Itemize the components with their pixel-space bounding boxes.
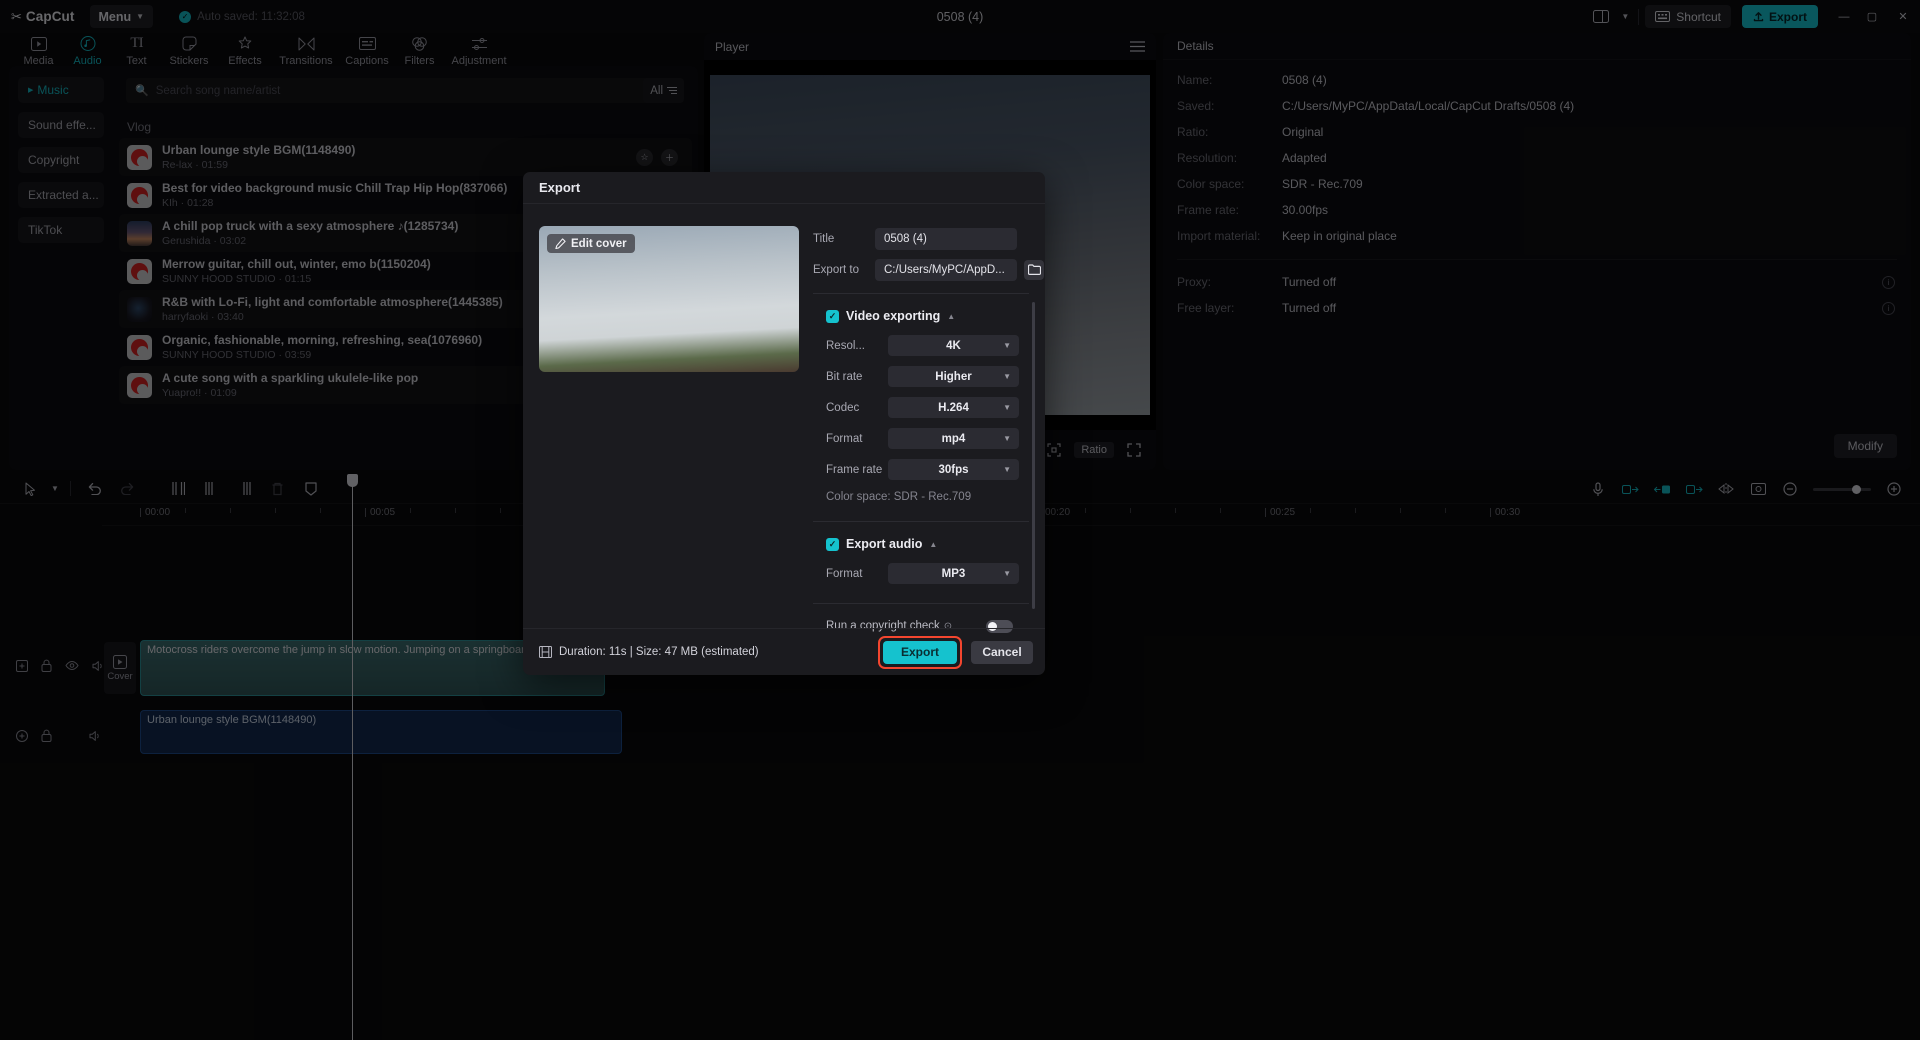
bitrate-value: Higher bbox=[935, 371, 971, 383]
title-input[interactable]: 0508 (4) bbox=[875, 228, 1017, 250]
export-confirm-button[interactable]: Export bbox=[883, 641, 957, 664]
cancel-button[interactable]: Cancel bbox=[971, 641, 1033, 664]
audio-format-value: MP3 bbox=[942, 568, 966, 580]
resolution-label: Resol... bbox=[826, 340, 888, 352]
resolution-select[interactable]: 4K ▼ bbox=[888, 335, 1019, 356]
framerate-label: Frame rate bbox=[826, 464, 888, 476]
divider bbox=[813, 603, 1029, 604]
bitrate-select[interactable]: Higher ▼ bbox=[888, 366, 1019, 387]
bitrate-label: Bit rate bbox=[826, 371, 888, 383]
pencil-icon bbox=[555, 238, 566, 249]
export-to-label: Export to bbox=[813, 264, 875, 276]
divider bbox=[813, 521, 1029, 522]
divider bbox=[813, 293, 1029, 294]
video-exporting-header[interactable]: ✓ Video exporting ▲ bbox=[826, 309, 1045, 323]
chevron-up-icon[interactable]: ▲ bbox=[929, 540, 937, 549]
film-icon bbox=[539, 646, 552, 658]
export-audio-header[interactable]: ✓ Export audio ▲ bbox=[826, 537, 1045, 551]
audio-format-row: Format MP3 ▼ bbox=[813, 558, 1045, 589]
duration-info: Duration: 11s | Size: 47 MB (estimated) bbox=[539, 646, 759, 658]
capcut-window: ✂ CapCut Menu ▼ ✓ Auto saved: 11:32:08 0… bbox=[0, 0, 1920, 1040]
chevron-up-icon[interactable]: ▲ bbox=[947, 312, 955, 321]
format-value: mp4 bbox=[942, 433, 966, 445]
codec-value: H.264 bbox=[938, 402, 969, 414]
export-audio-label: Export audio bbox=[846, 537, 922, 551]
export-path-input[interactable]: C:/Users/MyPC/AppD... bbox=[875, 259, 1017, 281]
edit-cover-button[interactable]: Edit cover bbox=[547, 234, 635, 253]
framerate-row: Frame rate 30fps ▼ bbox=[813, 454, 1045, 485]
video-exporting-checkbox[interactable]: ✓ bbox=[826, 310, 839, 323]
footer-buttons: Export Cancel bbox=[878, 636, 1033, 669]
cover-column: Edit cover bbox=[523, 204, 813, 628]
chevron-down-icon: ▼ bbox=[1003, 341, 1011, 350]
color-space-text: Color space: SDR - Rec.709 bbox=[826, 491, 1045, 503]
video-exporting-label: Video exporting bbox=[846, 309, 940, 323]
resolution-value: 4K bbox=[946, 340, 961, 352]
bitrate-row: Bit rate Higher ▼ bbox=[813, 361, 1045, 392]
chevron-down-icon: ▼ bbox=[1003, 434, 1011, 443]
export-dialog-title: Export bbox=[523, 172, 1045, 204]
codec-select[interactable]: H.264 ▼ bbox=[888, 397, 1019, 418]
folder-icon[interactable] bbox=[1024, 260, 1044, 280]
title-label: Title bbox=[813, 233, 875, 245]
framerate-value: 30fps bbox=[938, 464, 968, 476]
export-dialog: Export Edit cover Title 0508 (4) Export … bbox=[523, 172, 1045, 675]
title-row: Title 0508 (4) bbox=[813, 224, 1045, 253]
chevron-down-icon: ▼ bbox=[1003, 403, 1011, 412]
edit-cover-label: Edit cover bbox=[571, 238, 627, 250]
format-row: Format mp4 ▼ bbox=[813, 423, 1045, 454]
codec-label: Codec bbox=[826, 402, 888, 414]
chevron-down-icon: ▼ bbox=[1003, 372, 1011, 381]
scrollbar[interactable] bbox=[1032, 302, 1035, 609]
duration-text: Duration: 11s | Size: 47 MB (estimated) bbox=[559, 646, 759, 658]
format-label: Format bbox=[826, 433, 888, 445]
export-audio-checkbox[interactable]: ✓ bbox=[826, 538, 839, 551]
codec-row: Codec H.264 ▼ bbox=[813, 392, 1045, 423]
resolution-row: Resol... 4K ▼ bbox=[813, 330, 1045, 361]
chevron-down-icon: ▼ bbox=[1003, 465, 1011, 474]
framerate-select[interactable]: 30fps ▼ bbox=[888, 459, 1019, 480]
export-button-highlight: Export bbox=[878, 636, 962, 669]
cover-thumbnail[interactable]: Edit cover bbox=[539, 226, 799, 372]
export-to-row: Export to C:/Users/MyPC/AppD... bbox=[813, 255, 1045, 284]
format-select[interactable]: mp4 ▼ bbox=[888, 428, 1019, 449]
export-form: Title 0508 (4) Export to C:/Users/MyPC/A… bbox=[813, 204, 1045, 628]
chevron-down-icon: ▼ bbox=[1003, 569, 1011, 578]
audio-format-label: Format bbox=[826, 568, 888, 580]
export-dialog-footer: Duration: 11s | Size: 47 MB (estimated) … bbox=[523, 628, 1045, 675]
audio-format-select[interactable]: MP3 ▼ bbox=[888, 563, 1019, 584]
